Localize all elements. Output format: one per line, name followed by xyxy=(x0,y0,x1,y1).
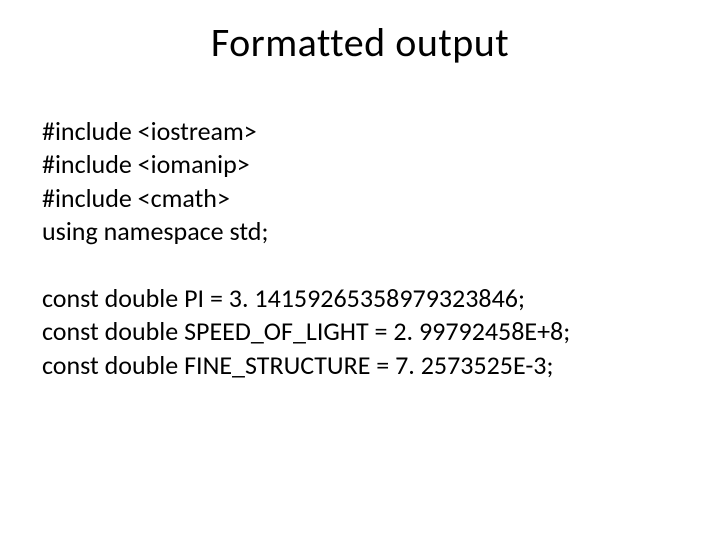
code-line: #include <cmath> xyxy=(42,182,678,215)
blank-line xyxy=(42,248,678,282)
code-line: using namespace std; xyxy=(42,215,678,248)
code-line: const double SPEED_OF_LIGHT = 2. 9979245… xyxy=(42,315,678,348)
code-line: #include <iomanip> xyxy=(42,148,678,181)
code-line: const double FINE_STRUCTURE = 7. 2573525… xyxy=(42,349,678,382)
code-line: const double PI = 3. 1415926535897932384… xyxy=(42,282,678,315)
slide-title: Formatted output xyxy=(0,18,720,67)
code-line: #include <iostream> xyxy=(42,115,678,148)
slide: Formatted output #include <iostream> #in… xyxy=(0,0,720,540)
code-body: #include <iostream> #include <iomanip> #… xyxy=(42,115,678,382)
